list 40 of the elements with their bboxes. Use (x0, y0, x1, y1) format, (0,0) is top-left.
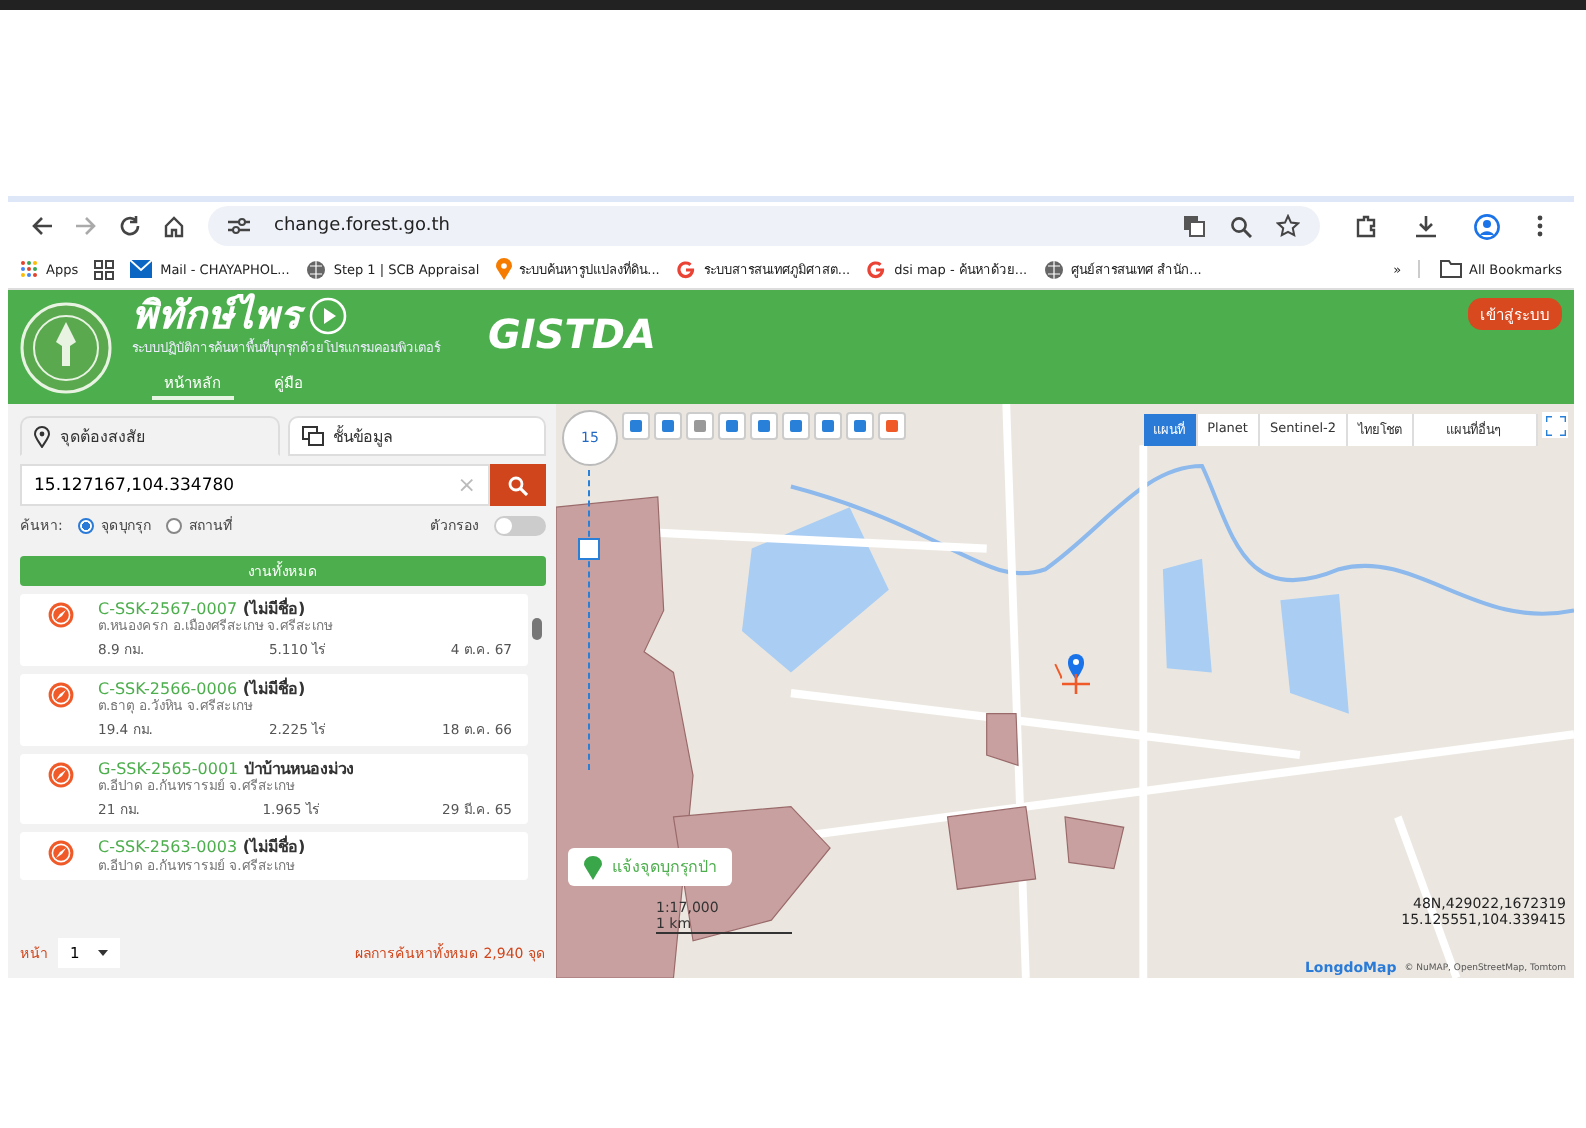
search-icon (508, 475, 528, 495)
apps-grid-icon (20, 260, 38, 278)
panel-tab[interactable]: ชั้นข้อมูล (287, 416, 546, 456)
google-icon (866, 259, 887, 279)
mail-icon (130, 260, 153, 278)
result-title: C-SSK-2566-0006 (ไม่มีชื่อ) (98, 679, 308, 698)
compass-icon (48, 681, 74, 708)
layers-icon (301, 426, 323, 446)
seal-logo-icon (20, 301, 112, 393)
download-icon[interactable] (1414, 214, 1438, 238)
search-field[interactable]: 15.127167,104.334780 × (20, 464, 490, 506)
folder-icon (1439, 260, 1462, 278)
fullscreen-icon[interactable] (1542, 412, 1568, 438)
result-title: C-SSK-2563-0003 (ไม่มีชื่อ) (98, 838, 308, 858)
result-title: C-SSK-2567-0007 (ไม่มีชื่อ) (98, 600, 306, 619)
translate-icon[interactable] (1182, 214, 1206, 238)
google-icon (675, 259, 696, 279)
map-pin-icon (495, 258, 512, 280)
globe-icon (305, 259, 326, 279)
result-title: G-SSK-2565-0001 ป่าบ้านหนองม่วง (98, 759, 356, 778)
star-icon[interactable] (1276, 214, 1300, 238)
menu-icon[interactable] (1536, 214, 1544, 238)
compass-icon (48, 761, 74, 788)
site-settings-icon[interactable] (228, 216, 250, 236)
caret-icon (97, 949, 108, 955)
globe-icon (1043, 259, 1064, 279)
compass-icon (48, 840, 74, 867)
partner-logo: GISTDA (488, 309, 656, 357)
tab-groups-icon[interactable] (94, 259, 115, 279)
profile-icon[interactable] (1474, 213, 1500, 239)
zoom-icon[interactable] (1230, 215, 1252, 237)
location-pin-icon (34, 425, 50, 447)
zoom-slider[interactable] (576, 470, 600, 770)
compass-icon (48, 602, 74, 628)
address-bar[interactable]: change.forest.go.th (208, 206, 1320, 246)
filter-toggle[interactable] (494, 515, 546, 535)
search-button[interactable] (490, 464, 546, 506)
extensions-icon[interactable] (1354, 214, 1378, 238)
panel-tab[interactable]: จุดต้องสงสัย (20, 416, 279, 456)
location-marker-icon (1062, 652, 1090, 696)
